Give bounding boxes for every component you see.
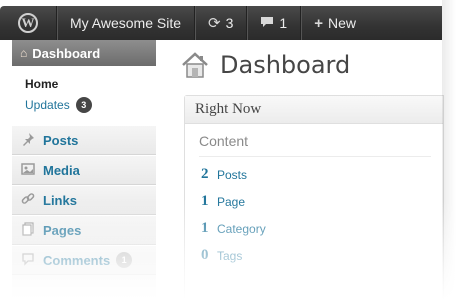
new-content-button[interactable]: + New <box>301 6 369 40</box>
menu-links[interactable]: Links <box>12 185 156 215</box>
count-label: Posts <box>217 167 248 182</box>
menu-media[interactable]: Media <box>12 155 156 185</box>
count-number: 2 <box>201 166 209 182</box>
count-number: 1 <box>201 193 209 209</box>
count-row-category[interactable]: 1 Category <box>201 220 266 237</box>
menu-posts-label: Posts <box>43 132 79 148</box>
menu-dashboard-label: Dashboard <box>32 45 101 61</box>
updates-count: 3 <box>225 15 234 31</box>
comment-bubble-icon <box>260 15 274 32</box>
edge-shadow <box>442 0 456 300</box>
count-row-page[interactable]: 1 Page <box>201 193 245 210</box>
divider <box>199 156 431 157</box>
submenu-updates-label: Updates <box>25 98 70 112</box>
comments-badge: 1 <box>116 252 133 268</box>
count-row-posts[interactable]: 2 Posts <box>201 166 247 183</box>
new-label: New <box>327 15 356 31</box>
count-label: Tags <box>217 248 243 263</box>
site-name-label: My Awesome Site <box>70 15 182 31</box>
right-now-title[interactable]: Right Now <box>185 96 443 124</box>
comments-count: 1 <box>279 15 288 31</box>
menu-comments-label: Comments <box>43 252 111 268</box>
menu-dashboard[interactable]: ⌂ Dashboard <box>12 40 166 66</box>
link-icon <box>20 192 36 209</box>
page-title: Dashboard <box>220 51 351 79</box>
menu-links-label: Links <box>43 192 77 208</box>
updates-badge: 3 <box>75 97 92 113</box>
comments-button[interactable]: 1 <box>247 6 302 40</box>
house-icon: ⌂ <box>20 46 28 60</box>
menu-pages-label: Pages <box>43 222 82 238</box>
admin-bar: W My Awesome Site ⟳ 3 1 + New <box>0 6 442 40</box>
pages-icon <box>20 221 36 239</box>
admin-sidebar: ⌂ Dashboard Home Updates 3 Posts Media L… <box>12 40 166 300</box>
menu-media-label: Media <box>43 162 80 178</box>
dashboard-house-icon <box>182 52 208 78</box>
pushpin-icon <box>20 132 36 149</box>
menu-posts[interactable]: Posts <box>12 125 156 155</box>
site-name-link[interactable]: My Awesome Site <box>57 6 196 40</box>
menu-comments[interactable]: Comments 1 <box>12 245 156 275</box>
menu-pages[interactable]: Pages <box>12 215 156 245</box>
main-content: Dashboard Right Now Content 2 Posts 1 Pa… <box>156 40 444 300</box>
comment-icon <box>20 252 36 269</box>
count-label: Page <box>217 194 246 209</box>
count-label: Category <box>217 221 266 236</box>
submenu-updates[interactable]: Updates 3 <box>25 97 92 113</box>
count-row-tags[interactable]: 0 Tags <box>201 247 242 264</box>
plus-icon: + <box>314 14 323 32</box>
count-number: 1 <box>201 220 209 236</box>
content-section-title: Content <box>199 133 249 149</box>
count-number: 0 <box>201 247 209 263</box>
right-now-widget: Right Now Content 2 Posts 1 Page 1 Categ… <box>184 95 444 300</box>
wordpress-logo-button[interactable]: W <box>0 6 57 40</box>
submenu-home[interactable]: Home <box>25 77 58 91</box>
media-icon <box>20 162 36 179</box>
refresh-icon: ⟳ <box>208 15 221 32</box>
wordpress-icon: W <box>18 13 38 33</box>
page-header: Dashboard <box>180 50 350 80</box>
updates-button[interactable]: ⟳ 3 <box>195 6 248 40</box>
